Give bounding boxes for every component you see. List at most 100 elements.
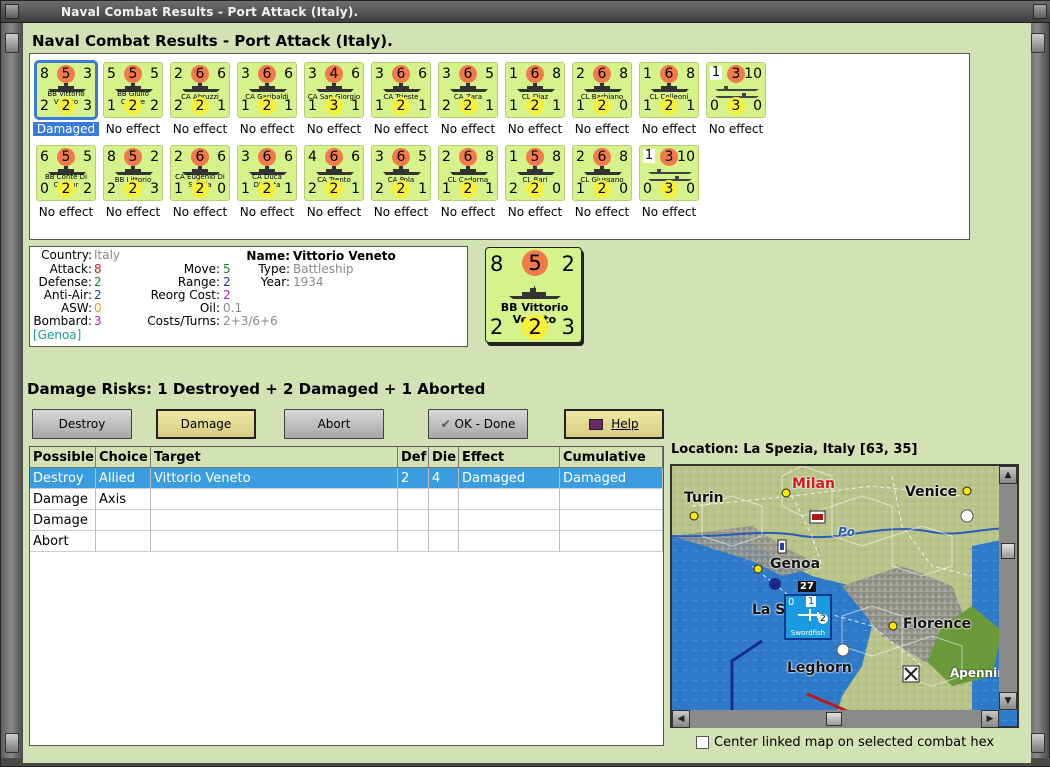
checkbox-box[interactable] [696,736,709,749]
unit-result: No effect [172,122,228,136]
help-button[interactable]: Help [564,409,664,439]
unit-counter[interactable]: 3 4 6 CA San Giorgio 1 3 1 [304,62,364,118]
abort-button[interactable]: Abort [284,409,384,439]
costs-label: Costs/Turns: [147,314,220,328]
unit-counter[interactable]: 2 6 8 CL Giussano 1 2 0 [572,145,632,201]
unit-bottom-right: 0 [619,98,628,114]
unit-bottom-right: 3 [150,181,159,197]
unit-attack-circle: 5 [124,65,142,83]
horizontal-scroll-thumb[interactable] [826,712,842,726]
unit-top-right: 5 [83,149,92,165]
unit-bottom-left: 1 [241,98,250,114]
unit-defense-circle: 2 [191,97,209,115]
unit-attack-circle: 5 [124,148,142,166]
unit-bottom-right: 1 [686,98,695,114]
unit-result: No effect [708,122,764,136]
unit-bottom-right: 0 [753,98,762,114]
unit-counter[interactable]: 1 6 8 CL Diaz 1 2 1 [505,62,565,118]
ok-done-button[interactable]: ✔ OK - Done [428,409,528,439]
map-selected-unit[interactable]: 0 1 2 Swordfish [784,594,832,640]
unit-counter[interactable]: 3 6 5 CA Zara 2 2 1 [438,62,498,118]
unit-counter[interactable]: 366CA Duca D'Aosta121 [237,145,297,201]
unit-result: No effect [172,205,228,219]
counter-defense: 2 [490,315,504,339]
unit-counter[interactable]: 2 6 8 CL Cadorna 1 2 1 [438,145,498,201]
unit-attack-circle: 4 [325,65,343,83]
unit-bottom-left: 2 [442,98,451,114]
map-region-apennin: Apennin [950,666,1006,680]
help-label: Help [611,417,639,431]
table-cell: Possible [30,447,96,468]
unit-result: No effect [641,205,697,219]
scroll-down-icon[interactable]: ▼ [999,692,1017,710]
unit-counter[interactable]: 655BB Conte Di Cavour022 [36,145,96,201]
unit-counter[interactable]: 8 5 2 BB Littorio 2 2 3 [103,145,163,201]
table-cell [151,531,398,552]
table-row[interactable]: Abort [30,531,663,552]
map-city-venice: Venice [905,484,958,500]
vertical-scroll-thumb[interactable] [1001,543,1015,559]
unit-counter[interactable]: 1 6 8 CL Colleoni 1 2 1 [639,62,699,118]
counter-move: 2 [561,252,575,276]
unit-attack-circle: 5 [57,65,75,83]
table-cell: Cumulative [560,447,663,468]
unit-counter[interactable]: 2 6 6 CA Abruzzi 2 2 1 [170,62,230,118]
unit-counter[interactable]: 1 3 10 0 3 0 [706,62,766,118]
unit-counter[interactable]: 1 5 8 CL Bari 2 2 0 [505,145,565,201]
table-cell: 4 [429,468,459,489]
unit-defense-circle: 2 [57,97,75,115]
map-river-po: Po [838,525,856,539]
linked-map[interactable]: Turin Milan Venice Po Genoa La S Florenc… [670,464,1019,728]
unit-top-right: 8 [686,66,695,82]
bombard-value: 3 [94,314,102,328]
table-cell [429,531,459,552]
table-row[interactable]: Damage Axis [30,489,663,510]
unit-top-left: 2 [174,149,183,165]
table-cell [96,531,151,552]
unit-counter[interactable]: 3 6 5 CA Pola 2 2 1 [371,145,431,201]
unit-top-right: 8 [485,149,494,165]
unit-counter[interactable]: 2 6 8 CL Barbiano 1 2 0 [572,62,632,118]
table-row[interactable]: Damage [30,510,663,531]
map-vertical-scrollbar[interactable]: ▲ ▼ [999,466,1017,710]
unit-bottom-right: 1 [418,181,427,197]
unit-tray: 853BB Vittorio Veneto223 Damaged 555BB Giu… [29,53,970,240]
unit-info-panel: Country: Italy Attack: 8 Defense: 2 Anti… [29,246,468,347]
unit-counter[interactable]: 3 6 6 CA Trieste 1 2 1 [371,62,431,118]
table-cell: Damage [30,510,96,531]
unit-counter[interactable]: 853BB Vittorio Veneto223 [34,60,98,120]
unit-result: No effect [306,122,362,136]
scroll-left-icon[interactable]: ◀ [672,710,690,728]
unit-defense-circle: 2 [526,180,544,198]
title-bar[interactable]: Naval Combat Results - Port Attack (Ital… [1,1,1050,23]
unit-counter[interactable]: 555BB Giulio Cesare122 [103,62,163,118]
unit-attack-circle: 6 [593,148,611,166]
map-horizontal-scrollbar[interactable]: ◀ ▶ [672,710,999,728]
scroll-right-icon[interactable]: ▶ [981,710,999,728]
warship-icon [182,83,220,92]
unit-counter[interactable]: 266CA Eugenio Di Savoia120 [170,145,230,201]
unit-counter[interactable]: 4 6 6 CA Trento 2 2 1 [304,145,364,201]
unit-bottom-left: 1 [375,98,384,114]
damage-risks: Damage Risks: 1 Destroyed + 2 Damaged + … [27,380,486,398]
unit-top-right: 10 [677,149,695,165]
damage-button[interactable]: Damage [156,409,256,439]
destroy-button[interactable]: Destroy [32,409,132,439]
table-cell: Damaged [459,468,560,489]
unit-top-left: 8 [40,66,49,82]
scroll-up-icon[interactable]: ▲ [999,466,1017,484]
table-cell [151,510,398,531]
window-close-icon[interactable] [1033,4,1047,19]
map-city-milan: Milan [792,476,835,492]
unit-top-left: 1 [710,65,722,80]
unit-top-left: 1 [509,66,518,82]
unit-counter[interactable]: 1 3 10 0 3 0 [639,145,699,201]
unit-top-right: 10 [744,66,762,82]
table-cell [398,510,429,531]
warship-icon [450,83,488,92]
table-row[interactable]: Destroy Allied Vittorio Veneto 2 4 Damaged Dam… [30,468,663,489]
unit-counter[interactable]: 3 6 6 CA Garibaldi 1 2 1 [237,62,297,118]
window-menu-icon[interactable] [5,4,19,19]
table-cell: 2 [398,468,429,489]
unit-bottom-left: 2 [174,98,183,114]
